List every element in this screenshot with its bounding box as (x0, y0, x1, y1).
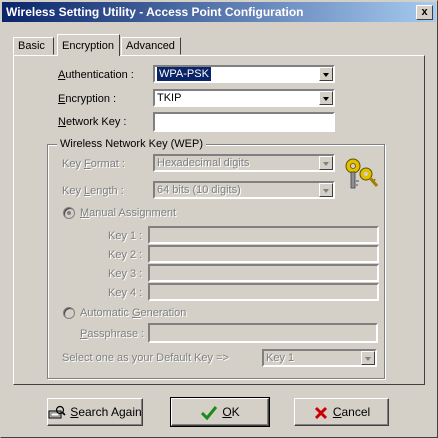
key4-input[interactable] (148, 283, 379, 301)
title-bar: Wireless Setting Utility - Access Point … (2, 2, 436, 22)
key1-input[interactable] (148, 226, 379, 244)
tab-advanced-label: Advanced (126, 40, 175, 52)
chevron-down-icon[interactable] (319, 67, 333, 81)
manual-assignment-label: Manual Assignment (80, 207, 177, 219)
encryption-value: TKIP (157, 92, 182, 104)
tab-advanced[interactable]: Advanced (121, 37, 181, 55)
key-format-value: Hexadecimal digits (157, 157, 250, 169)
tab-basic-label: Basic (18, 40, 45, 52)
wep-group-title: Wireless Network Key (WEP) (57, 137, 207, 151)
chevron-down-icon[interactable] (319, 91, 333, 105)
authentication-value: WPA-PSK (157, 67, 211, 81)
search-again-button[interactable]: Search Again (47, 398, 143, 426)
network-key-label: Network Key : (58, 116, 127, 128)
cancel-button[interactable]: Cancel (294, 398, 389, 426)
key-length-label: Key Length : (62, 185, 124, 197)
search-computer-icon (48, 405, 66, 419)
default-key-label: Select one as your Default Key => (62, 352, 229, 364)
cancel-x-icon (314, 406, 327, 419)
key1-label: Key 1 : (108, 230, 143, 242)
close-icon: x (421, 6, 428, 18)
key3-label: Key 3 : (108, 268, 143, 280)
key-length-value: 64 bits (10 digits) (157, 184, 241, 196)
manual-assignment-radio[interactable] (63, 207, 75, 219)
key2-input[interactable] (148, 245, 379, 263)
default-key-value: Key 1 (266, 352, 295, 364)
close-button[interactable]: x (416, 5, 433, 20)
tab-basic[interactable]: Basic (13, 37, 54, 55)
window-title: Wireless Setting Utility - Access Point … (6, 5, 304, 19)
dialog-window: Wireless Setting Utility - Access Point … (0, 0, 438, 438)
encryption-select[interactable]: TKIP (153, 89, 335, 107)
key2-label: Key 2 : (108, 249, 143, 261)
key3-input[interactable] (148, 264, 379, 282)
key-length-select[interactable]: 64 bits (10 digits) (153, 181, 335, 199)
default-key-select[interactable]: Key 1 (262, 349, 377, 367)
tab-encryption[interactable]: Encryption (57, 34, 120, 56)
network-key-input[interactable] (153, 112, 335, 132)
authentication-select[interactable]: WPA-PSK (153, 65, 335, 83)
tab-encryption-label: Encryption (62, 40, 114, 52)
chevron-down-icon[interactable] (319, 183, 333, 197)
automatic-generation-label: Automatic Generation (80, 307, 187, 319)
passphrase-input[interactable] (148, 323, 378, 343)
checkmark-icon (201, 405, 218, 421)
encryption-label: Encryption : (58, 93, 117, 105)
key-format-label: Key Format : (62, 158, 125, 170)
ok-button[interactable]: OK (170, 397, 270, 427)
automatic-generation-radio[interactable] (63, 307, 75, 319)
authentication-label: Authentication : (58, 69, 134, 81)
chevron-down-icon[interactable] (319, 156, 333, 170)
keys-icon (345, 158, 379, 189)
key4-label: Key 4 : (108, 287, 143, 299)
chevron-down-icon[interactable] (361, 351, 375, 365)
key-format-select[interactable]: Hexadecimal digits (153, 154, 335, 172)
passphrase-label: Passphrase : (80, 328, 145, 340)
